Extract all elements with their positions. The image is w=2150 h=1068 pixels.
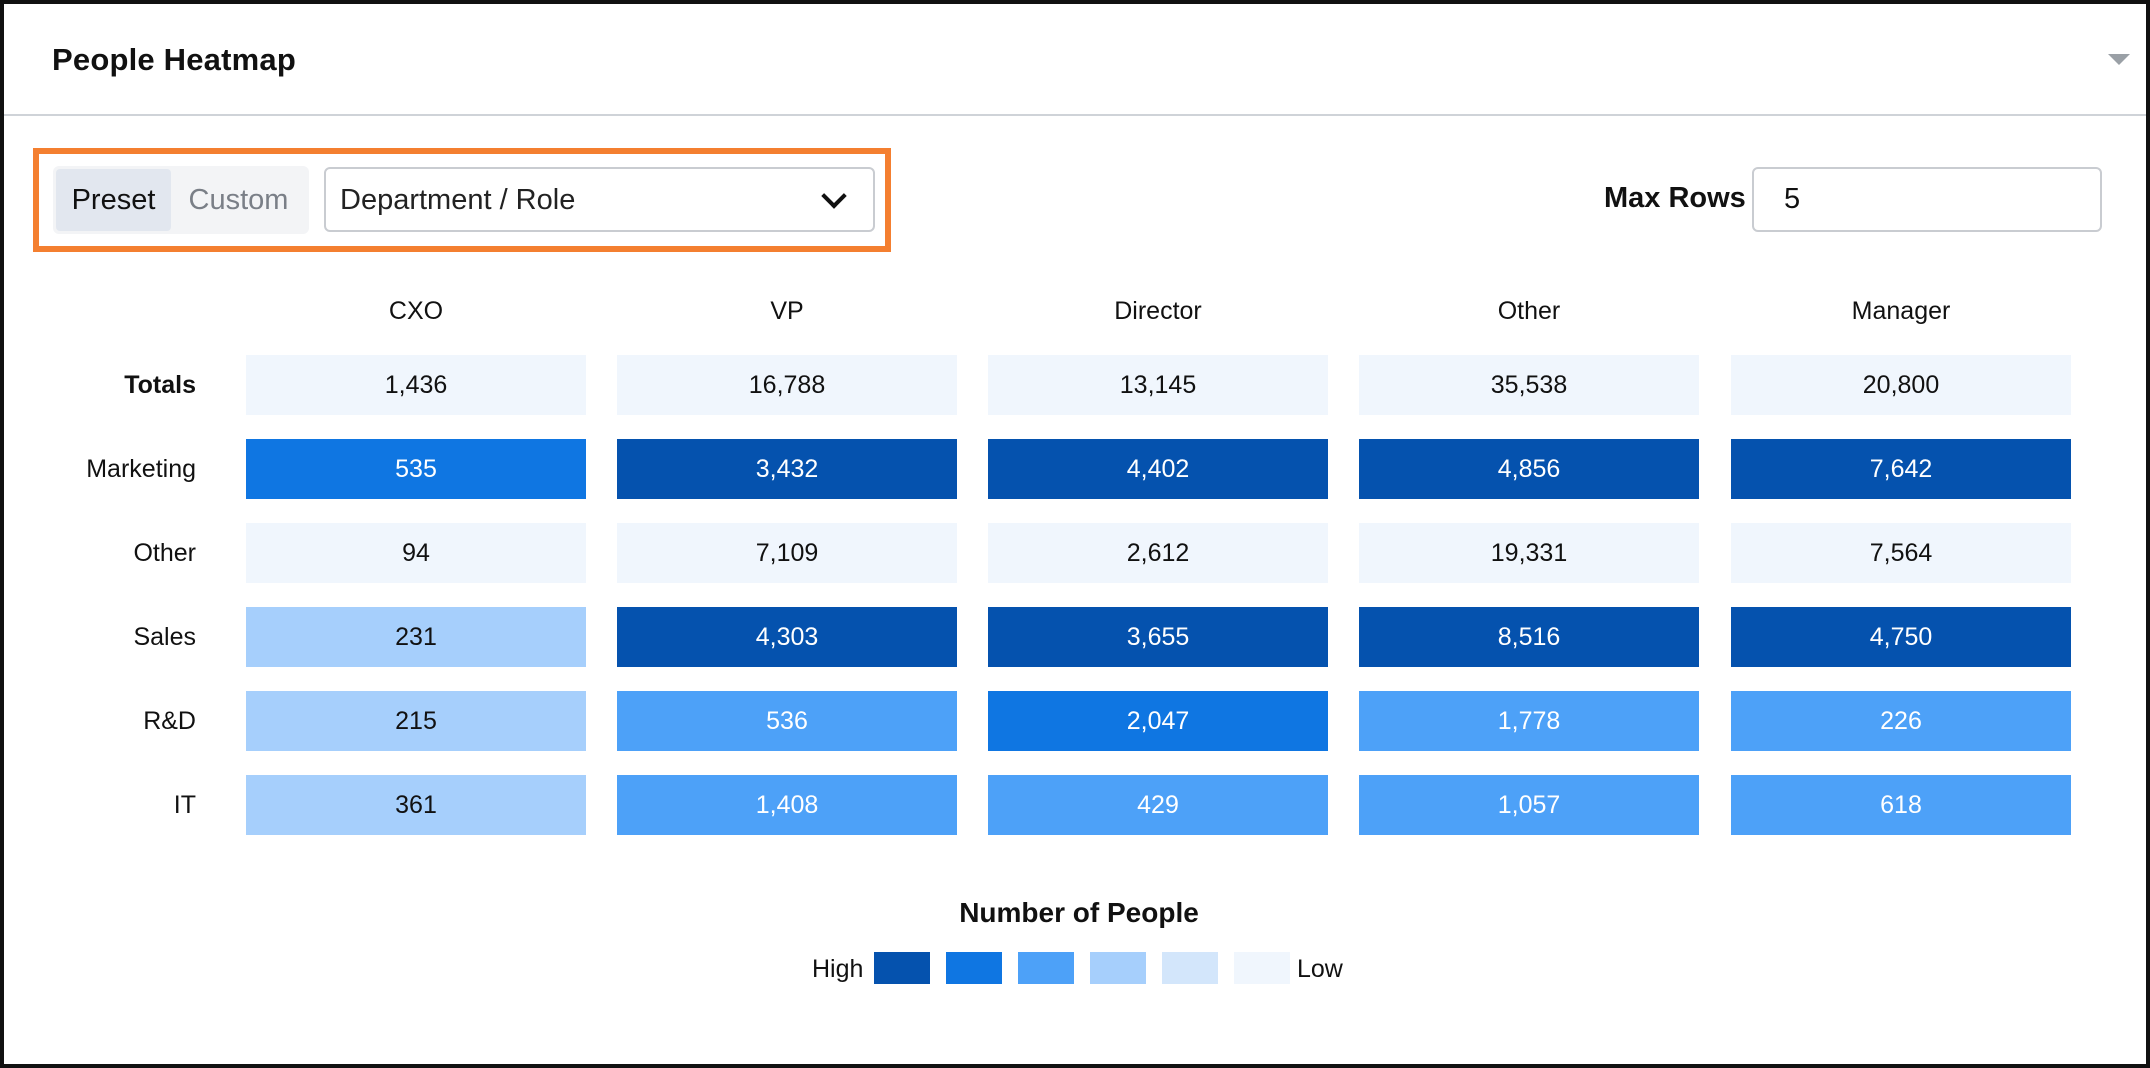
heatmap-cell[interactable]: 1,057 — [1359, 775, 1699, 835]
people-heatmap-panel: People Heatmap Preset Custom Department … — [0, 0, 2150, 1068]
heatmap-cell[interactable]: 20,800 — [1731, 355, 2071, 415]
column-header: Manager — [1851, 297, 1951, 325]
row-label: Other — [133, 539, 196, 567]
grouping-select[interactable]: Department / Role — [324, 167, 875, 232]
legend-swatch — [874, 952, 930, 984]
heatmap-cell[interactable]: 1,408 — [617, 775, 957, 835]
heatmap-cell[interactable]: 429 — [988, 775, 1328, 835]
heatmap-cell[interactable]: 19,331 — [1359, 523, 1699, 583]
heatmap-cell[interactable]: 7,109 — [617, 523, 957, 583]
row-label: Totals — [124, 371, 196, 399]
mode-toggle: Preset Custom — [53, 166, 309, 234]
heatmap-cell[interactable]: 4,402 — [988, 439, 1328, 499]
heatmap-cell[interactable]: 361 — [246, 775, 586, 835]
heatmap-cell[interactable]: 8,516 — [1359, 607, 1699, 667]
heatmap-cell[interactable]: 226 — [1731, 691, 2071, 751]
heatmap-cell[interactable]: 231 — [246, 607, 586, 667]
heatmap-cell[interactable]: 618 — [1731, 775, 2071, 835]
preset-tab[interactable]: Preset — [56, 169, 171, 231]
row-label: Sales — [133, 623, 196, 651]
heatmap-cell[interactable]: 13,145 — [988, 355, 1328, 415]
max-rows-input[interactable] — [1752, 167, 2102, 232]
panel-header: People Heatmap — [4, 4, 2146, 116]
heatmap-cell[interactable]: 35,538 — [1359, 355, 1699, 415]
legend-swatch — [1090, 952, 1146, 984]
legend-title: Number of People — [959, 897, 1199, 928]
heatmap-cell[interactable]: 3,432 — [617, 439, 957, 499]
legend-swatch — [1018, 952, 1074, 984]
heatmap-cell[interactable]: 7,564 — [1731, 523, 2071, 583]
heatmap-cell[interactable]: 535 — [246, 439, 586, 499]
legend-swatch — [1162, 952, 1218, 984]
heatmap-cell[interactable]: 4,303 — [617, 607, 957, 667]
grouping-select-value: Department / Role — [340, 184, 576, 216]
legend-swatch — [1234, 952, 1290, 984]
heatmap-cell[interactable]: 1,436 — [246, 355, 586, 415]
panel-title: People Heatmap — [52, 42, 296, 77]
heatmap-cell[interactable]: 1,778 — [1359, 691, 1699, 751]
max-rows-label: Max Rows — [1604, 182, 1746, 214]
row-label: IT — [173, 791, 196, 819]
row-label: R&D — [143, 707, 196, 735]
column-header: CXO — [388, 297, 444, 325]
heatmap-cell[interactable]: 3,655 — [988, 607, 1328, 667]
legend-low-label: Low — [1297, 955, 1343, 983]
heatmap-cell[interactable]: 16,788 — [617, 355, 957, 415]
column-header: Director — [1114, 297, 1202, 325]
heatmap-cell[interactable]: 4,750 — [1731, 607, 2071, 667]
heatmap-cell[interactable]: 94 — [246, 523, 586, 583]
heatmap-cell[interactable]: 215 — [246, 691, 586, 751]
heatmap-cell[interactable]: 2,612 — [988, 523, 1328, 583]
heatmap-cell[interactable]: 536 — [617, 691, 957, 751]
column-header: VP — [770, 297, 804, 325]
collapse-caret-icon[interactable] — [2108, 54, 2130, 65]
legend-high-label: High — [812, 955, 864, 983]
heatmap-cell[interactable]: 7,642 — [1731, 439, 2071, 499]
column-header: Other — [1497, 297, 1561, 325]
custom-tab[interactable]: Custom — [171, 169, 306, 231]
chevron-down-icon — [821, 183, 847, 209]
heatmap-cell[interactable]: 2,047 — [988, 691, 1328, 751]
legend-swatch — [946, 952, 1002, 984]
heatmap-cell[interactable]: 4,856 — [1359, 439, 1699, 499]
row-label: Marketing — [86, 455, 196, 483]
